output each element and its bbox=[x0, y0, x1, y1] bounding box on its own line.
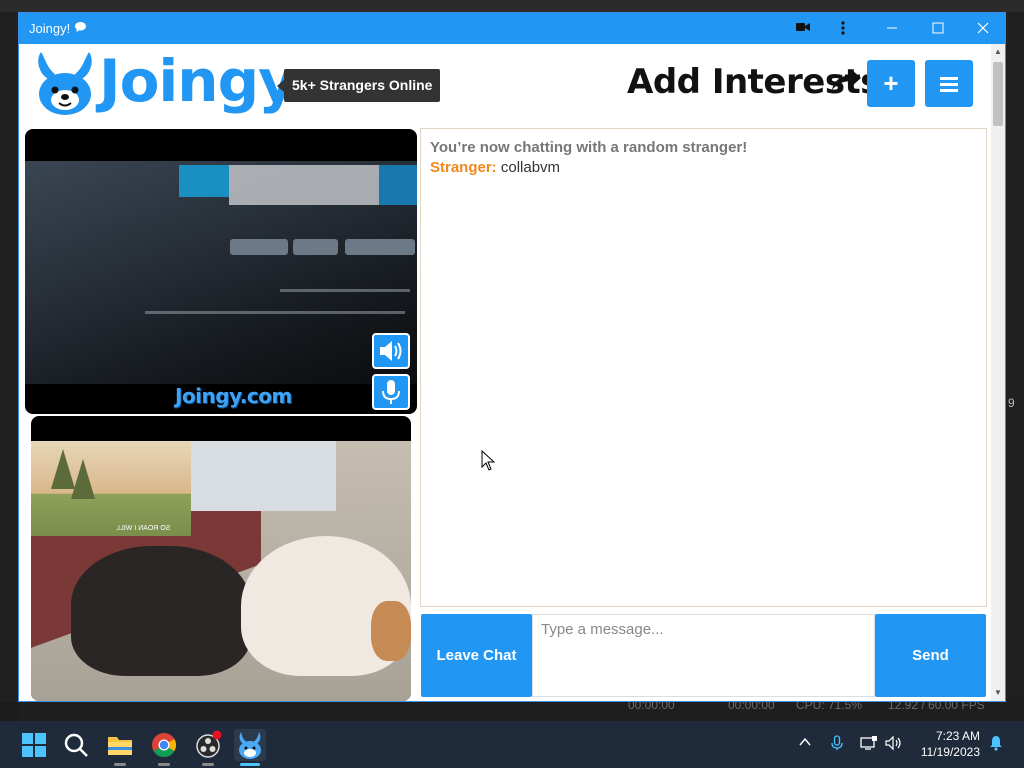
notification-bell-icon[interactable] bbox=[988, 735, 1004, 754]
window-titlebar[interactable]: Joingy! bbox=[19, 13, 1005, 44]
pip-caption: SO ROAN I WILL bbox=[116, 525, 171, 532]
self-camera-frame: SO ROAN I WILL bbox=[31, 441, 411, 701]
page-scrollbar[interactable]: ▲ ▼ bbox=[991, 44, 1005, 701]
microphone-button[interactable] bbox=[372, 374, 410, 410]
leave-chat-button[interactable]: Leave Chat bbox=[421, 614, 532, 697]
obs-studio-icon[interactable] bbox=[192, 729, 224, 761]
background-side-digit: 9 bbox=[1008, 396, 1015, 410]
window-title: Joingy! bbox=[29, 21, 71, 36]
close-button[interactable] bbox=[971, 17, 995, 39]
clock-date: 11/19/2023 bbox=[920, 745, 980, 759]
stranger-video-frame bbox=[25, 161, 417, 384]
sender-label: Stranger: bbox=[430, 159, 497, 176]
joingy-watermark: Joingy.com bbox=[175, 384, 292, 408]
site-header: Joingy 5k+ Strangers Online Add Interest… bbox=[19, 44, 991, 126]
background-right-panel: 9 bbox=[1006, 12, 1024, 702]
chevron-up-icon[interactable] bbox=[798, 735, 812, 752]
chrome-icon[interactable] bbox=[148, 729, 180, 761]
rabbit-logo-icon[interactable] bbox=[33, 50, 97, 116]
chat-message: Stranger: collabvm bbox=[430, 159, 560, 176]
self-camera-video: SO ROAN I WILL bbox=[31, 416, 411, 701]
scroll-thumb[interactable] bbox=[993, 62, 1003, 126]
minimize-button[interactable] bbox=[880, 17, 904, 39]
taskbar-clock[interactable]: 7:23 AM 11/19/2023 bbox=[918, 728, 980, 760]
send-button[interactable]: Send bbox=[875, 614, 986, 697]
search-icon[interactable] bbox=[60, 729, 92, 761]
add-interest-button[interactable]: + bbox=[867, 60, 915, 107]
network-icon[interactable] bbox=[860, 735, 878, 754]
background-left-panel bbox=[0, 12, 18, 702]
menu-button[interactable] bbox=[925, 60, 973, 107]
mouse-cursor-icon bbox=[481, 449, 496, 477]
microphone-tray-icon[interactable] bbox=[830, 735, 844, 754]
clock-time: 7:23 AM bbox=[935, 729, 980, 743]
message-input[interactable] bbox=[532, 614, 875, 697]
main-content: Joingy.com SO ROAN I WILL You’re now cha… bbox=[19, 126, 991, 701]
chat-status-message: You’re now chatting with a random strang… bbox=[430, 139, 748, 156]
logo-text[interactable]: Joingy bbox=[99, 47, 296, 115]
kebab-menu-icon[interactable] bbox=[831, 17, 855, 39]
message-text: collabvm bbox=[500, 159, 561, 176]
online-count-badge: 5k+ Strangers Online bbox=[276, 69, 441, 102]
chat-log[interactable]: You’re now chatting with a random strang… bbox=[420, 128, 987, 607]
windows-start-icon[interactable] bbox=[18, 729, 50, 761]
file-explorer-icon[interactable] bbox=[104, 729, 136, 761]
background-titlebar bbox=[0, 0, 1024, 12]
picture-in-picture-cartoon: SO ROAN I WILL bbox=[31, 441, 191, 536]
curved-arrow-icon bbox=[830, 68, 862, 97]
joingy-window: Joingy! Joingy 5k+ Strangers Online Add … bbox=[18, 12, 1006, 702]
joingy-taskbar-icon[interactable] bbox=[234, 729, 266, 761]
stranger-video: Joingy.com bbox=[25, 129, 417, 414]
chat-bubble-icon bbox=[74, 21, 87, 36]
volume-icon[interactable] bbox=[885, 735, 903, 754]
speaker-button[interactable] bbox=[372, 333, 410, 369]
scroll-up-arrow-icon[interactable]: ▲ bbox=[994, 47, 1002, 56]
video-camera-icon[interactable] bbox=[791, 17, 815, 39]
scroll-down-arrow-icon[interactable]: ▼ bbox=[994, 688, 1002, 697]
maximize-button[interactable] bbox=[926, 17, 950, 39]
taskbar: 7:23 AM 11/19/2023 bbox=[0, 721, 1024, 768]
dark-dog-image bbox=[71, 546, 251, 676]
